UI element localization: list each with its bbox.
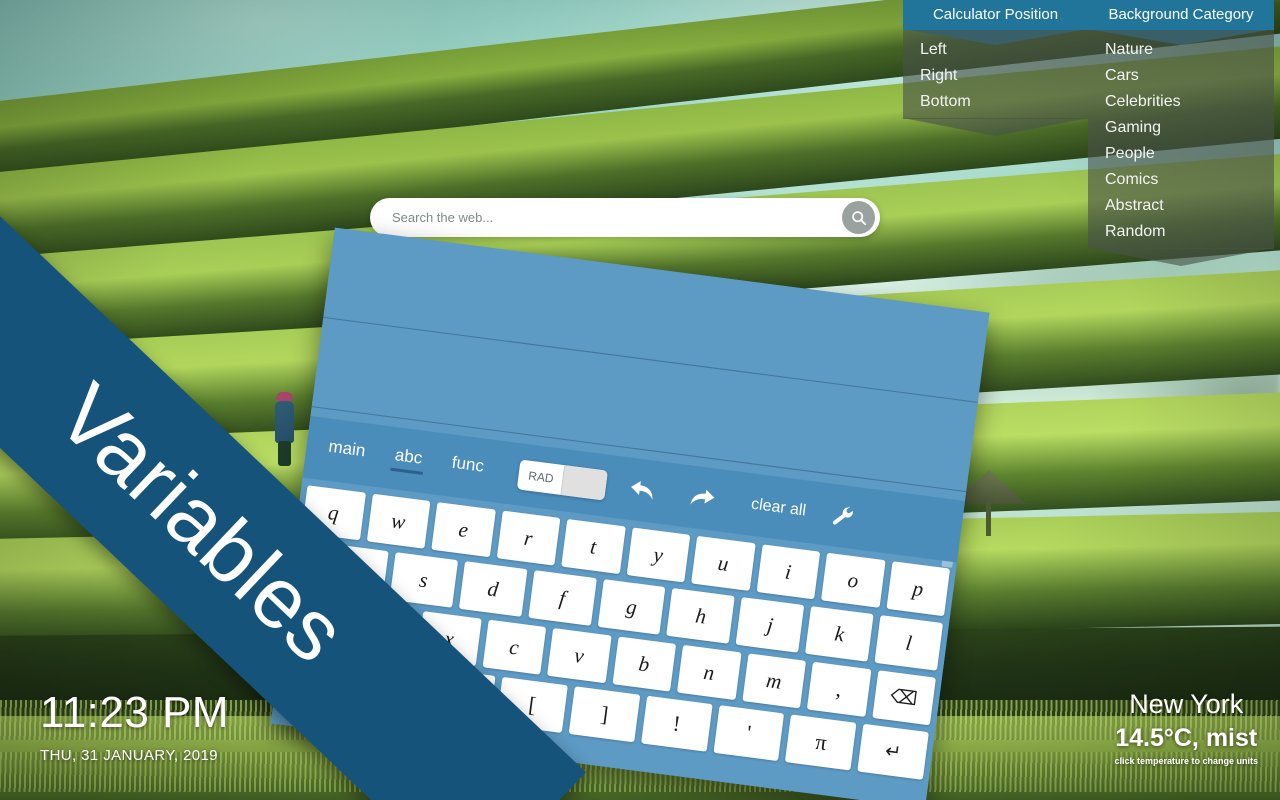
clock-time: 11:23 PM: [40, 688, 230, 737]
settings-button[interactable]: [830, 504, 855, 529]
key-e[interactable]: e: [431, 502, 496, 558]
panel-title: Background Category: [1088, 0, 1274, 30]
panel-option-right[interactable]: Right: [903, 63, 1088, 89]
wrench-icon: [832, 506, 853, 525]
key-d[interactable]: d: [458, 561, 528, 617]
undo-button[interactable]: [627, 478, 660, 504]
panel-option-bottom[interactable]: Bottom: [903, 89, 1088, 115]
clear-all-button[interactable]: clear all: [750, 496, 807, 521]
key-close-bracket[interactable]: ]: [568, 686, 641, 743]
key-factorial[interactable]: !: [640, 695, 713, 752]
key-c[interactable]: c: [482, 619, 547, 675]
weather-hint: click temperature to change units: [1114, 755, 1258, 766]
panel-option-random[interactable]: Random: [1088, 219, 1274, 245]
key-y[interactable]: y: [626, 527, 691, 583]
panel-option-cars[interactable]: Cars: [1088, 63, 1274, 89]
panel-title: Calculator Position: [903, 0, 1088, 30]
panel-option-left[interactable]: Left: [903, 37, 1088, 63]
key-r[interactable]: r: [496, 510, 561, 566]
panel-option-abstract[interactable]: Abstract: [1088, 193, 1274, 219]
search-input[interactable]: [370, 210, 842, 225]
key-v[interactable]: v: [547, 628, 612, 684]
clock-widget: 11:23 PM THU, 31 JANUARY, 2019: [40, 688, 230, 764]
key-b[interactable]: b: [611, 636, 677, 692]
angle-mode-label: RAD: [527, 468, 555, 486]
panel-option-nature[interactable]: Nature: [1088, 37, 1274, 63]
clock-date: THU, 31 JANUARY, 2019: [40, 746, 218, 764]
key-g[interactable]: g: [597, 579, 666, 635]
key-t[interactable]: t: [561, 518, 626, 575]
panel-options: Left Right Bottom: [903, 30, 1088, 119]
redo-icon: [690, 489, 715, 505]
key-backspace[interactable]: ⌫: [871, 670, 936, 726]
weather-temperature[interactable]: 14.5°C, mist: [1114, 724, 1258, 753]
key-k[interactable]: k: [805, 606, 874, 662]
key-h[interactable]: h: [666, 588, 736, 644]
key-enter[interactable]: ↵: [857, 723, 929, 780]
key-u[interactable]: u: [691, 535, 756, 591]
key-n[interactable]: n: [676, 644, 742, 701]
tab-abc[interactable]: abc: [393, 445, 424, 474]
key-comma[interactable]: ,: [806, 661, 872, 717]
toggle-knob[interactable]: [560, 465, 609, 501]
tab-func[interactable]: func: [450, 453, 485, 483]
key-m[interactable]: m: [741, 653, 807, 709]
calculator-position-panel: Calculator Position Left Right Bottom: [903, 0, 1088, 119]
undo-icon: [631, 481, 653, 500]
background-category-panel: Background Category Nature Cars Celebritie…: [1088, 0, 1274, 249]
angle-mode-toggle[interactable]: RAD: [517, 459, 609, 501]
redo-button[interactable]: [686, 485, 719, 511]
tab-main[interactable]: main: [327, 437, 367, 468]
key-pi[interactable]: π: [785, 714, 857, 771]
search-icon: [851, 210, 866, 225]
panel-option-gaming[interactable]: Gaming: [1088, 115, 1274, 141]
key-i[interactable]: i: [756, 544, 821, 600]
weather-city: New York: [1129, 689, 1244, 719]
key-l[interactable]: l: [874, 615, 944, 671]
panel-option-comics[interactable]: Comics: [1088, 167, 1274, 193]
key-apostrophe[interactable]: ': [713, 705, 785, 762]
key-f[interactable]: f: [527, 570, 597, 626]
search-button[interactable]: [842, 201, 875, 234]
display-divider: [323, 316, 978, 403]
panel-option-celebrities[interactable]: Celebrities: [1088, 89, 1274, 115]
key-j[interactable]: j: [735, 597, 805, 653]
key-o[interactable]: o: [820, 552, 886, 608]
key-w[interactable]: w: [366, 493, 431, 549]
weather-widget[interactable]: New York 14.5°C, mist click temperature …: [1114, 689, 1258, 766]
panel-options: Nature Cars Celebrities Gaming People Comics A…: [1088, 30, 1274, 249]
search-bar[interactable]: [370, 198, 880, 237]
panel-option-people[interactable]: People: [1088, 141, 1274, 167]
key-p[interactable]: p: [885, 561, 951, 617]
